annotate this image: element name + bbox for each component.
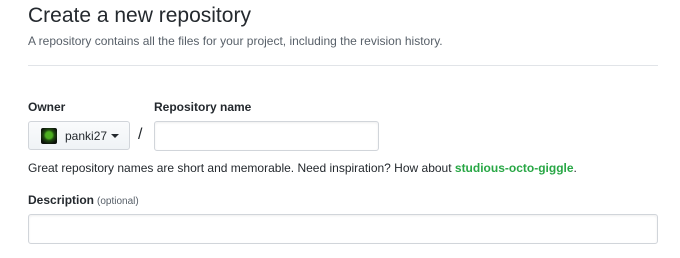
page-subtitle: A repository contains all the files for … bbox=[28, 34, 443, 48]
hint-text: Great repository names are short and mem… bbox=[28, 161, 455, 175]
optional-tag: (optional) bbox=[97, 196, 139, 207]
repository-name-hint: Great repository names are short and mem… bbox=[28, 161, 577, 175]
hint-suffix: . bbox=[573, 161, 577, 175]
page-title: Create a new repository bbox=[28, 4, 251, 27]
repository-name-label: Repository name bbox=[154, 100, 252, 114]
owner-dropdown-button[interactable]: panki27 bbox=[28, 121, 130, 150]
description-label: Description (optional) bbox=[28, 193, 139, 207]
owner-name: panki27 bbox=[65, 128, 108, 143]
caret-down-icon bbox=[111, 133, 120, 138]
description-input[interactable] bbox=[28, 214, 658, 244]
name-suggestion-link[interactable]: studious-octo-giggle bbox=[455, 161, 574, 175]
header-divider bbox=[28, 65, 658, 66]
avatar-icon bbox=[41, 127, 57, 144]
description-label-text: Description bbox=[28, 193, 95, 207]
owner-repo-separator: / bbox=[138, 126, 143, 143]
owner-label: Owner bbox=[28, 100, 66, 114]
repository-name-input[interactable] bbox=[154, 121, 379, 151]
